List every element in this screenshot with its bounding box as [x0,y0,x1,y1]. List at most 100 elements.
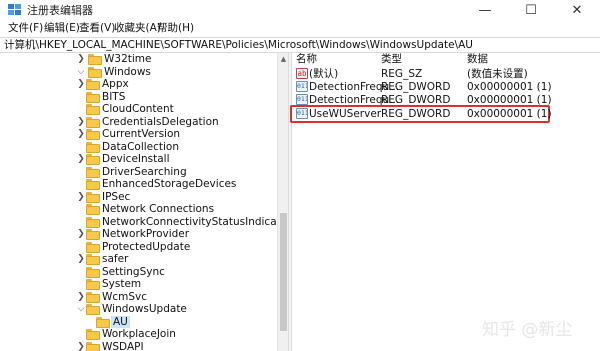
tree-scrollbar[interactable]: ▲ [277,53,288,351]
tree-item-driversearching[interactable]: DriverSearching [0,166,276,179]
tree-item-credentialsdelegation[interactable]: ❯ CredentialsDelegation [0,116,276,129]
tree-item-label: AU [111,315,130,328]
chevron-right-icon[interactable]: ❯ [76,191,86,203]
tree-item-label: SettingSync [102,265,165,278]
menu-file[interactable]: 文件(F) [6,22,45,36]
value-row[interactable]: ab (默认) REG_SZ (数值未设置) [292,67,600,81]
folder-icon [86,204,100,215]
values-list: 名称 类型 数据 ab (默认) REG_SZ (数值未设置) 011 Dete… [290,53,600,351]
tree-item-label: CredentialsDelegation [102,115,219,128]
tree-item-label: DriverSearching [102,165,187,178]
tree-item-label: WorkplaceJoin [102,328,176,340]
address-path[interactable]: 计算机\HKEY_LOCAL_MACHINE\SOFTWARE\Policies… [4,39,473,52]
tree-item-bits[interactable]: BITS [0,91,276,104]
chevron-down-icon[interactable]: ⌵ [76,66,86,78]
tree-item-networkconnectivitystatusindicator[interactable]: NetworkConnectivityStatusIndicator [0,216,288,229]
tree-item-system[interactable]: System [0,278,276,291]
folder-open-icon [96,316,110,328]
tree-item-safer[interactable]: ❯ safer [0,253,276,266]
value-row-highlighted[interactable]: 011 UseWUServer REG_DWORD 0x00000001 (1) [290,105,600,123]
tree-item-settingsync[interactable]: SettingSync [0,266,276,279]
folder-icon [88,54,102,65]
tree-item-windows[interactable]: ⌵ Windows [0,66,276,79]
chevron-right-icon[interactable]: ❯ [76,78,86,90]
value-type: REG_SZ [381,68,423,80]
scrollbar-thumb[interactable] [280,213,287,331]
registry-tree: ❯ W32time ⌵ Windows ❯ Appx BITS CloudCon… [0,53,288,351]
tree-item-label: W32time [104,53,152,65]
chevron-right-icon[interactable]: ❯ [76,341,86,351]
chevron-right-icon[interactable]: ❯ [76,253,86,265]
folder-icon [86,229,100,240]
tree-item-label: System [102,278,142,290]
tree-item-networkprovider[interactable]: ❯ NetworkProvider [0,228,276,241]
folder-icon [86,154,100,165]
column-header-name[interactable]: 名称 [296,53,317,66]
tree-item-protectedupdate[interactable]: ProtectedUpdate [0,241,276,254]
binary-value-icon: 011 [296,108,308,119]
value-data: (数值未设置) [467,68,528,80]
minimize-button[interactable]: — [462,0,508,22]
folder-icon [86,116,100,128]
tree-item-workplacejoin[interactable]: WorkplaceJoin [0,328,276,341]
tree-item-wcmsvc[interactable]: ❯ WcmSvc [0,291,276,304]
folder-icon [86,329,100,340]
string-value-icon: ab [296,68,308,79]
tree-item-label: NetworkConnectivityStatusIndicator [102,215,288,228]
address-bar[interactable]: 计算机\HKEY_LOCAL_MACHINE\SOFTWARE\Policies… [0,37,600,53]
folder-icon [86,216,100,228]
tree-item-cloudcontent[interactable]: CloudContent [0,103,276,116]
tree-item-label: BITS [102,90,126,103]
close-button[interactable]: ✕ [554,0,600,22]
tree-item-label: DeviceInstall [102,153,170,165]
chevron-right-icon[interactable]: ❯ [76,128,86,140]
menu-edit[interactable]: 编辑(E) [42,22,82,36]
tree-item-wsdapi[interactable]: ❯ WSDAPI [0,341,276,351]
folder-icon [86,266,100,278]
window-title: 注册表编辑器 [27,4,93,17]
tree-item-appx[interactable]: ❯ Appx [0,78,276,91]
folder-icon [86,291,100,303]
tree-item-network-connections[interactable]: Network Connections [0,203,276,216]
tree-item-label: safer [102,253,129,265]
tree-item-label: Appx [102,78,129,90]
value-type: REG_DWORD [381,81,451,93]
tree-item-label: CloudContent [102,103,174,115]
chevron-right-icon[interactable]: ❯ [76,228,86,240]
tree-item-label: IPSec [102,190,131,203]
tree-item-windowsupdate[interactable]: ⌵ WindowsUpdate [0,303,276,316]
tree-item-label: Windows [104,65,151,78]
tree-item-label: WcmSvc [102,290,148,303]
column-header-data[interactable]: 数据 [467,53,488,66]
value-row[interactable]: 011 DetectionFrequ... REG_DWORD 0x000000… [292,80,600,94]
folder-icon [86,166,100,178]
tree-item-w32time[interactable]: ❯ W32time [0,53,276,66]
tree-item-label: WSDAPI [102,340,144,351]
column-header-type[interactable]: 类型 [381,53,402,66]
maximize-button[interactable]: ☐ [508,0,554,22]
folder-icon [88,66,102,78]
tree-item-currentversion[interactable]: ❯ CurrentVersion [0,128,276,141]
binary-value-icon: 011 [296,94,308,105]
chevron-right-icon[interactable]: ❯ [76,116,86,128]
value-data: 0x00000001 (1) [467,108,552,120]
chevron-right-icon[interactable]: ❯ [76,291,86,303]
folder-icon [86,341,100,351]
value-data: 0x00000001 (1) [467,81,552,93]
value-name: (默认) [309,68,339,80]
registry-editor-app-icon [8,4,21,15]
tree-item-datacollection[interactable]: DataCollection [0,141,276,154]
folder-icon [86,304,100,315]
folder-icon [86,191,100,203]
chevron-right-icon[interactable]: ❯ [76,153,86,165]
binary-value-icon: 011 [296,81,308,92]
tree-item-deviceinstall[interactable]: ❯ DeviceInstall [0,153,276,166]
menu-help[interactable]: 帮助(H) [155,22,196,36]
tree-item-ipsec[interactable]: ❯ IPSec [0,191,276,204]
chevron-right-icon[interactable]: ❯ [76,53,86,65]
tree-item-label: ProtectedUpdate [102,240,191,253]
chevron-down-icon[interactable]: ⌵ [76,303,86,315]
tree-item-au[interactable]: AU [0,315,276,328]
tree-item-enhancedstoragedevices[interactable]: EnhancedStorageDevices [0,178,276,191]
folder-icon [86,91,100,103]
